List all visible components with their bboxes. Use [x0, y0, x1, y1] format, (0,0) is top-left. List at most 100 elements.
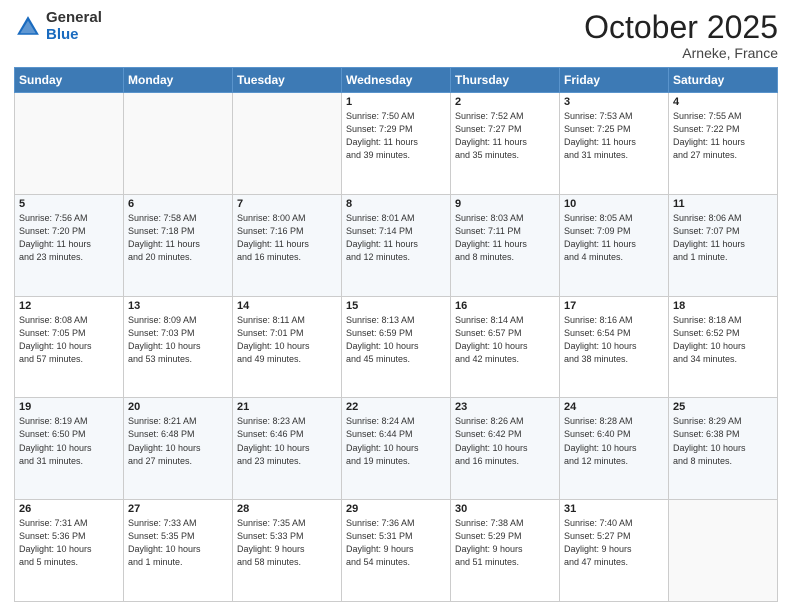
day-number: 2 — [455, 96, 555, 108]
day-info: Sunrise: 8:19 AM Sunset: 6:50 PM Dayligh… — [19, 415, 119, 467]
calendar-cell: 22 Sunrise: 8:24 AM Sunset: 6:44 PM Dayli… — [342, 398, 451, 500]
day-number: 6 — [128, 198, 228, 210]
day-number: 14 — [237, 300, 337, 312]
calendar-cell: 6 Sunrise: 7:58 AM Sunset: 7:18 PM Daylig… — [124, 194, 233, 296]
calendar-cell: 30 Sunrise: 7:38 AM Sunset: 5:29 PM Dayli… — [451, 500, 560, 602]
calendar-cell: 3 Sunrise: 7:53 AM Sunset: 7:25 PM Daylig… — [560, 93, 669, 195]
calendar-cell: 16 Sunrise: 8:14 AM Sunset: 6:57 PM Dayli… — [451, 296, 560, 398]
day-info: Sunrise: 8:11 AM Sunset: 7:01 PM Dayligh… — [237, 314, 337, 366]
day-header-wednesday: Wednesday — [342, 68, 451, 93]
day-header-thursday: Thursday — [451, 68, 560, 93]
day-info: Sunrise: 7:50 AM Sunset: 7:29 PM Dayligh… — [346, 110, 446, 162]
day-info: Sunrise: 8:23 AM Sunset: 6:46 PM Dayligh… — [237, 415, 337, 467]
day-header-saturday: Saturday — [669, 68, 778, 93]
logo: General Blue — [14, 10, 102, 43]
day-number: 15 — [346, 300, 446, 312]
calendar-cell — [233, 93, 342, 195]
day-info: Sunrise: 7:38 AM Sunset: 5:29 PM Dayligh… — [455, 517, 555, 569]
day-info: Sunrise: 8:08 AM Sunset: 7:05 PM Dayligh… — [19, 314, 119, 366]
day-number: 8 — [346, 198, 446, 210]
day-info: Sunrise: 8:28 AM Sunset: 6:40 PM Dayligh… — [564, 415, 664, 467]
calendar-cell: 25 Sunrise: 8:29 AM Sunset: 6:38 PM Dayli… — [669, 398, 778, 500]
day-number: 20 — [128, 401, 228, 413]
day-number: 18 — [673, 300, 773, 312]
month-title: October 2025 — [584, 10, 778, 45]
day-info: Sunrise: 8:13 AM Sunset: 6:59 PM Dayligh… — [346, 314, 446, 366]
day-number: 19 — [19, 401, 119, 413]
calendar-cell: 7 Sunrise: 8:00 AM Sunset: 7:16 PM Daylig… — [233, 194, 342, 296]
day-info: Sunrise: 8:29 AM Sunset: 6:38 PM Dayligh… — [673, 415, 773, 467]
header: General Blue October 2025 Arneke, France — [14, 10, 778, 61]
calendar-cell: 24 Sunrise: 8:28 AM Sunset: 6:40 PM Dayli… — [560, 398, 669, 500]
day-header-sunday: Sunday — [15, 68, 124, 93]
day-number: 30 — [455, 503, 555, 515]
day-info: Sunrise: 7:58 AM Sunset: 7:18 PM Dayligh… — [128, 212, 228, 264]
day-info: Sunrise: 8:06 AM Sunset: 7:07 PM Dayligh… — [673, 212, 773, 264]
day-info: Sunrise: 7:52 AM Sunset: 7:27 PM Dayligh… — [455, 110, 555, 162]
day-info: Sunrise: 8:03 AM Sunset: 7:11 PM Dayligh… — [455, 212, 555, 264]
day-number: 26 — [19, 503, 119, 515]
day-header-monday: Monday — [124, 68, 233, 93]
calendar-cell: 5 Sunrise: 7:56 AM Sunset: 7:20 PM Daylig… — [15, 194, 124, 296]
day-info: Sunrise: 8:24 AM Sunset: 6:44 PM Dayligh… — [346, 415, 446, 467]
day-info: Sunrise: 7:40 AM Sunset: 5:27 PM Dayligh… — [564, 517, 664, 569]
day-number: 16 — [455, 300, 555, 312]
calendar-cell — [669, 500, 778, 602]
day-number: 10 — [564, 198, 664, 210]
calendar-cell: 26 Sunrise: 7:31 AM Sunset: 5:36 PM Dayli… — [15, 500, 124, 602]
day-number: 3 — [564, 96, 664, 108]
logo-blue: Blue — [46, 26, 79, 43]
calendar-cell: 8Sunrise: 8:01 AM Sunset: 7:14 PM Daylig… — [342, 194, 451, 296]
calendar-cell: 14 Sunrise: 8:11 AM Sunset: 7:01 PM Dayli… — [233, 296, 342, 398]
logo-general: General — [46, 9, 102, 26]
calendar-cell: 12Sunrise: 8:08 AM Sunset: 7:05 PM Dayli… — [15, 296, 124, 398]
calendar-cell: 23Sunrise: 8:26 AM Sunset: 6:42 PM Dayli… — [451, 398, 560, 500]
day-number: 21 — [237, 401, 337, 413]
day-number: 29 — [346, 503, 446, 515]
day-number: 7 — [237, 198, 337, 210]
calendar-cell: 21 Sunrise: 8:23 AM Sunset: 6:46 PM Dayli… — [233, 398, 342, 500]
day-info: Sunrise: 7:31 AM Sunset: 5:36 PM Dayligh… — [19, 517, 119, 569]
location: Arneke, France — [584, 45, 778, 61]
calendar-cell: 19 Sunrise: 8:19 AM Sunset: 6:50 PM Dayli… — [15, 398, 124, 500]
day-number: 28 — [237, 503, 337, 515]
calendar-cell: 2 Sunrise: 7:52 AM Sunset: 7:27 PM Daylig… — [451, 93, 560, 195]
day-number: 22 — [346, 401, 446, 413]
day-info: Sunrise: 8:14 AM Sunset: 6:57 PM Dayligh… — [455, 314, 555, 366]
logo-text: General Blue — [46, 10, 102, 43]
calendar-cell: 15 Sunrise: 8:13 AM Sunset: 6:59 PM Dayli… — [342, 296, 451, 398]
calendar-cell: 29Sunrise: 7:36 AM Sunset: 5:31 PM Dayli… — [342, 500, 451, 602]
calendar-cell: 28 Sunrise: 7:35 AM Sunset: 5:33 PM Dayli… — [233, 500, 342, 602]
day-number: 31 — [564, 503, 664, 515]
day-info: Sunrise: 8:00 AM Sunset: 7:16 PM Dayligh… — [237, 212, 337, 264]
calendar-cell: 10 Sunrise: 8:05 AM Sunset: 7:09 PM Dayli… — [560, 194, 669, 296]
calendar-cell: 1Sunrise: 7:50 AM Sunset: 7:29 PM Daylig… — [342, 93, 451, 195]
calendar-cell: 4Sunrise: 7:55 AM Sunset: 7:22 PM Daylig… — [669, 93, 778, 195]
calendar-cell: 11 Sunrise: 8:06 AM Sunset: 7:07 PM Dayli… — [669, 194, 778, 296]
day-header-tuesday: Tuesday — [233, 68, 342, 93]
day-info: Sunrise: 7:56 AM Sunset: 7:20 PM Dayligh… — [19, 212, 119, 264]
day-info: Sunrise: 8:09 AM Sunset: 7:03 PM Dayligh… — [128, 314, 228, 366]
page: General Blue October 2025 Arneke, France… — [0, 0, 792, 612]
calendar-cell: 17 Sunrise: 8:16 AM Sunset: 6:54 PM Dayli… — [560, 296, 669, 398]
calendar-table: SundayMondayTuesdayWednesdayThursdayFrid… — [14, 67, 778, 602]
day-number: 25 — [673, 401, 773, 413]
day-number: 9 — [455, 198, 555, 210]
day-info: Sunrise: 8:21 AM Sunset: 6:48 PM Dayligh… — [128, 415, 228, 467]
calendar-cell: 31 Sunrise: 7:40 AM Sunset: 5:27 PM Dayli… — [560, 500, 669, 602]
calendar-cell: 9 Sunrise: 8:03 AM Sunset: 7:11 PM Daylig… — [451, 194, 560, 296]
calendar-cell: 27 Sunrise: 7:33 AM Sunset: 5:35 PM Dayli… — [124, 500, 233, 602]
day-number: 17 — [564, 300, 664, 312]
day-info: Sunrise: 7:33 AM Sunset: 5:35 PM Dayligh… — [128, 517, 228, 569]
title-block: October 2025 Arneke, France — [584, 10, 778, 61]
day-number: 27 — [128, 503, 228, 515]
day-number: 24 — [564, 401, 664, 413]
day-info: Sunrise: 8:16 AM Sunset: 6:54 PM Dayligh… — [564, 314, 664, 366]
day-info: Sunrise: 7:55 AM Sunset: 7:22 PM Dayligh… — [673, 110, 773, 162]
day-info: Sunrise: 8:05 AM Sunset: 7:09 PM Dayligh… — [564, 212, 664, 264]
calendar-cell — [124, 93, 233, 195]
day-number: 11 — [673, 198, 773, 210]
day-info: Sunrise: 7:53 AM Sunset: 7:25 PM Dayligh… — [564, 110, 664, 162]
day-info: Sunrise: 7:35 AM Sunset: 5:33 PM Dayligh… — [237, 517, 337, 569]
day-number: 5 — [19, 198, 119, 210]
